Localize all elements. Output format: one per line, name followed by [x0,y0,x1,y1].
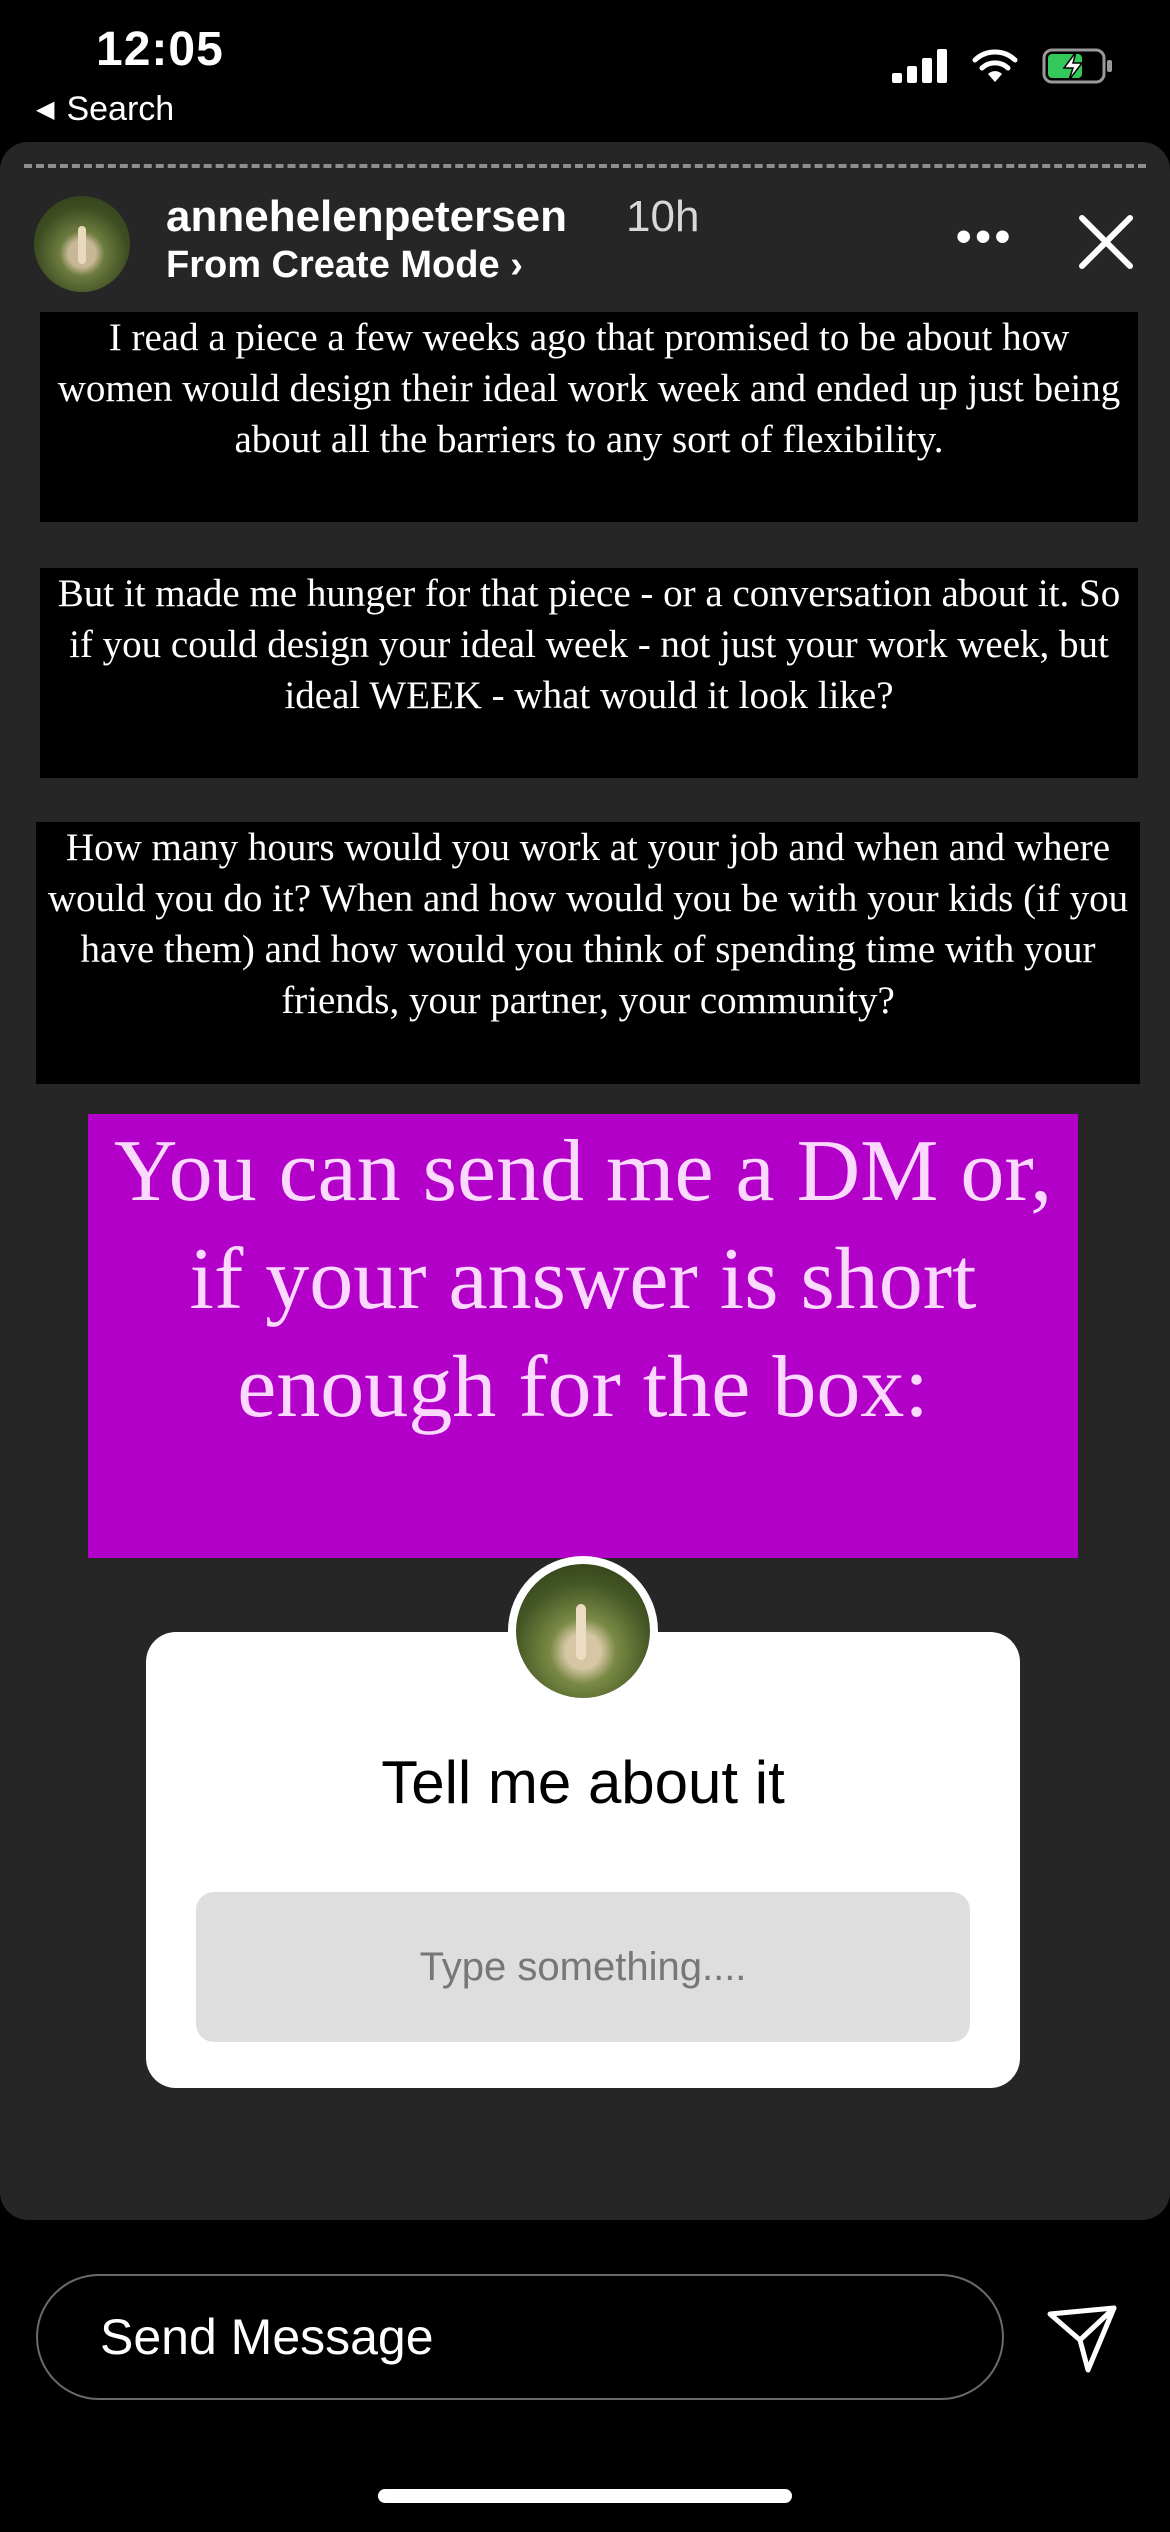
story-text-block: But it made me hunger for that piece - o… [40,568,1138,778]
home-indicator[interactable] [378,2489,792,2503]
create-mode-link[interactable]: From Create Mode › [166,244,523,287]
question-answer-input[interactable]: Type something.... [196,1892,970,2042]
more-options-button[interactable]: ••• [956,212,1014,262]
highlight-text-block: You can send me a DM or, if your answer … [88,1114,1078,1558]
send-message-input[interactable]: Send Message [36,2274,1004,2400]
username-link[interactable]: annehelenpetersen [166,192,567,242]
chevron-right-icon: › [510,244,523,286]
story-text-block: How many hours would you work at your jo… [36,822,1140,1084]
battery-charging-icon [1042,48,1112,84]
back-search-label: Search [66,90,175,128]
close-icon[interactable] [1070,206,1142,278]
wifi-icon [972,49,1018,82]
post-age: 10h [626,192,700,241]
story-text-block: I read a piece a few weeks ago that prom… [40,312,1138,522]
story-progress-bar [24,164,1146,168]
status-time: 12:05 [96,23,224,76]
back-to-search-link[interactable]: ◀ Search [36,90,174,129]
story-card[interactable]: annehelenpetersen 10h From Create Mode ›… [0,142,1170,2220]
profile-avatar[interactable] [34,196,130,292]
question-title: Tell me about it [381,1749,785,1816]
question-avatar [508,1556,658,1706]
question-avatar-photo [516,1564,650,1698]
system-icons [892,48,1114,84]
cellular-signal-icon [892,49,947,83]
create-mode-label: From Create Mode [166,244,500,286]
status-bar: 12:05 ◀ Search [0,0,1170,140]
send-paper-plane-icon[interactable] [1044,2300,1120,2376]
back-arrow-icon: ◀ [36,96,55,123]
